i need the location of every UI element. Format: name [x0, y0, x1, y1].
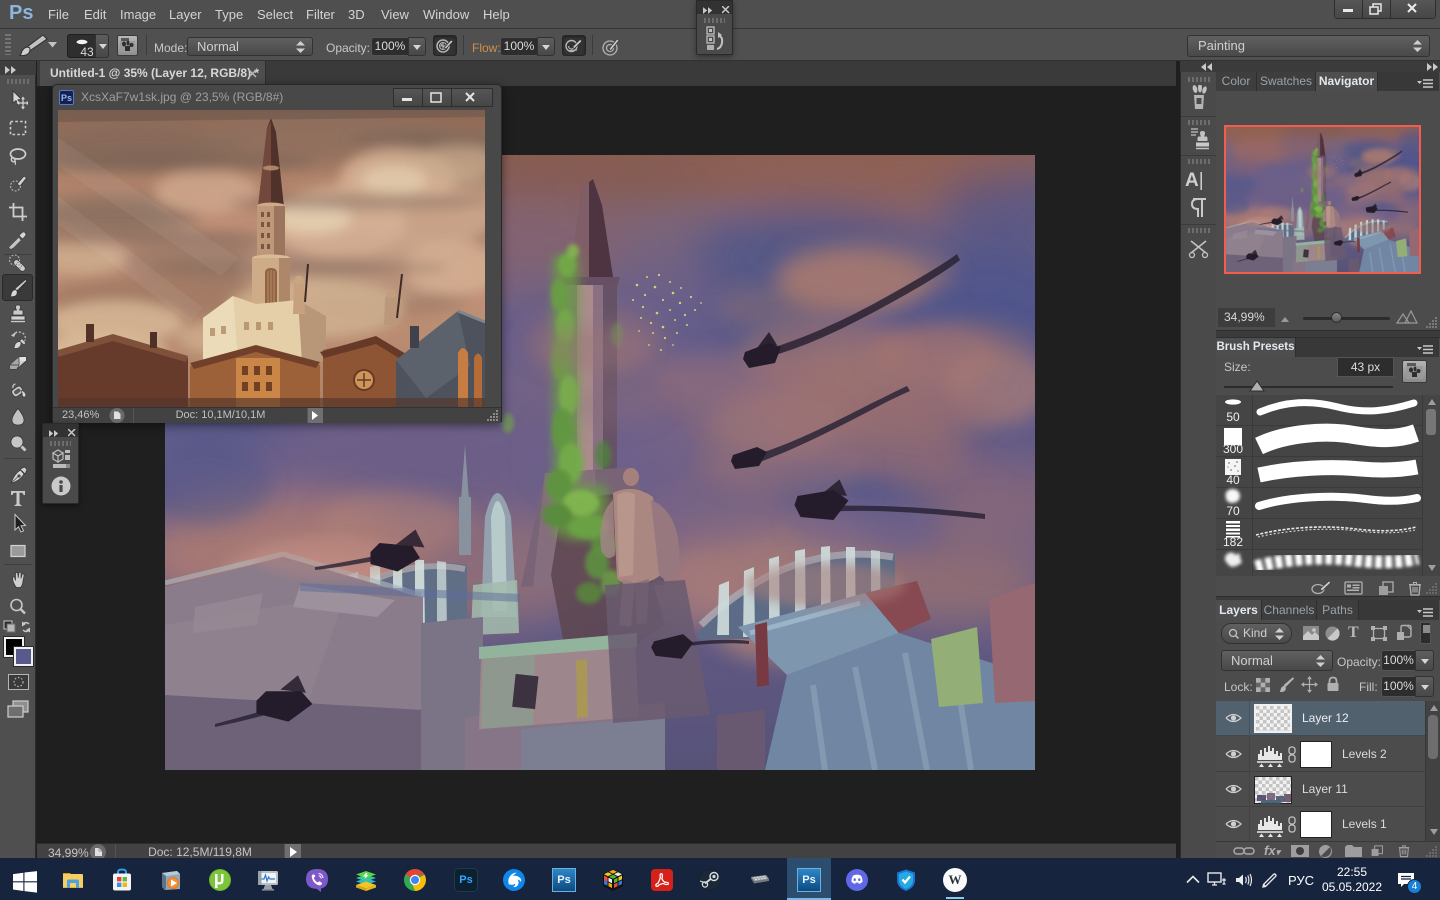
- svg-text:40: 40: [1226, 473, 1240, 487]
- svg-text:300: 300: [1223, 442, 1243, 456]
- svg-text:70: 70: [1226, 504, 1240, 518]
- svg-text:50: 50: [1226, 410, 1240, 424]
- svg-text:182: 182: [1223, 535, 1243, 549]
